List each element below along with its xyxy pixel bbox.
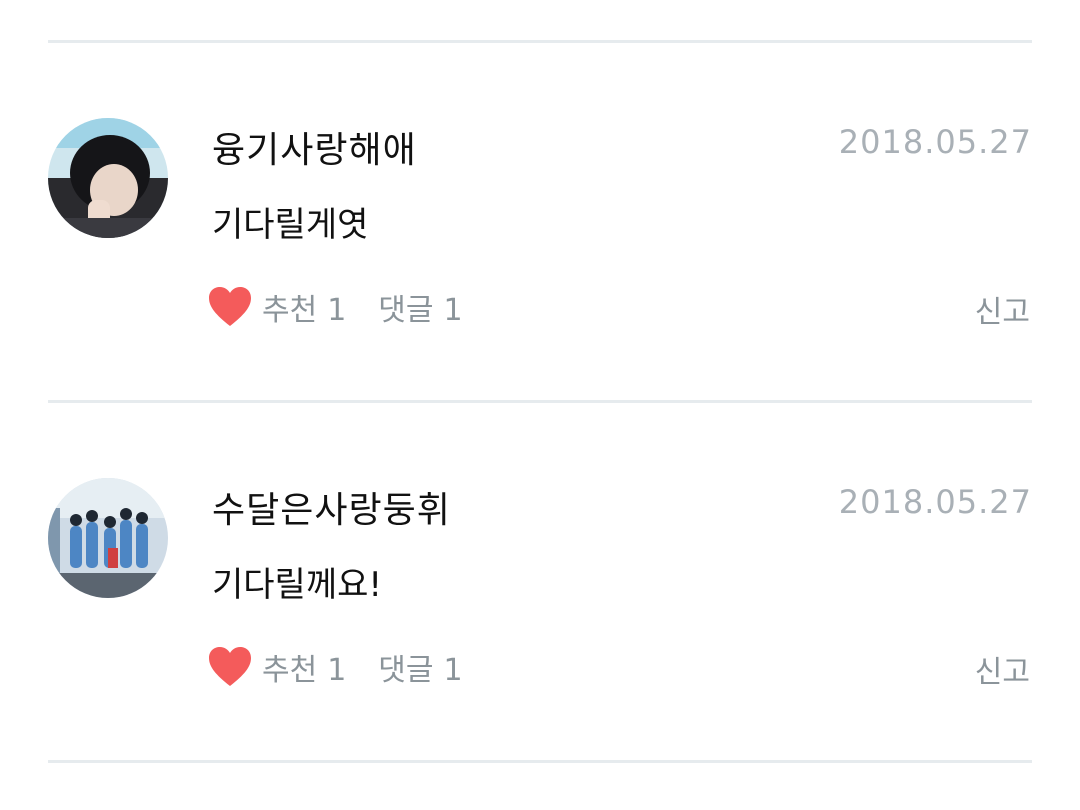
reply-count: 1 <box>443 653 463 688</box>
avatar-image <box>48 478 168 598</box>
comment-item: 융기사랑해애 2018.05.27 기다릴게엿 추천 1 댓글 1 신고 <box>48 43 1032 400</box>
avatar[interactable] <box>48 118 168 238</box>
comment-date: 2018.05.27 <box>838 123 1032 161</box>
comment-text: 기다릴게엿 <box>212 205 369 245</box>
reply-count: 1 <box>443 293 463 328</box>
like-count: 1 <box>327 293 347 328</box>
heart-icon[interactable] <box>208 646 252 688</box>
avatar[interactable] <box>48 478 168 598</box>
like-button[interactable]: 추천 1 <box>262 285 346 329</box>
like-button[interactable]: 추천 1 <box>262 645 346 689</box>
comment-date: 2018.05.27 <box>838 483 1032 521</box>
like-label: 추천 <box>262 653 318 688</box>
comment-actions: 추천 1 댓글 1 <box>208 644 463 690</box>
heart-icon[interactable] <box>208 286 252 328</box>
reply-label: 댓글 <box>378 653 434 688</box>
reply-button[interactable]: 댓글 1 <box>378 645 462 689</box>
like-label: 추천 <box>262 293 318 328</box>
username[interactable]: 수달은사랑둥휘 <box>212 481 451 533</box>
username[interactable]: 융기사랑해애 <box>212 121 417 173</box>
reply-label: 댓글 <box>378 293 434 328</box>
reply-button[interactable]: 댓글 1 <box>378 285 462 329</box>
avatar-image <box>48 118 168 238</box>
comment-text: 기다릴께요! <box>212 565 383 605</box>
divider-bottom <box>48 760 1032 763</box>
like-count: 1 <box>327 653 347 688</box>
comment-item: 수달은사랑둥휘 2018.05.27 기다릴께요! 추천 1 댓글 1 신고 <box>48 403 1032 760</box>
comment-actions: 추천 1 댓글 1 <box>208 284 463 330</box>
report-button[interactable]: 신고 <box>975 647 1030 691</box>
report-button[interactable]: 신고 <box>975 287 1030 331</box>
